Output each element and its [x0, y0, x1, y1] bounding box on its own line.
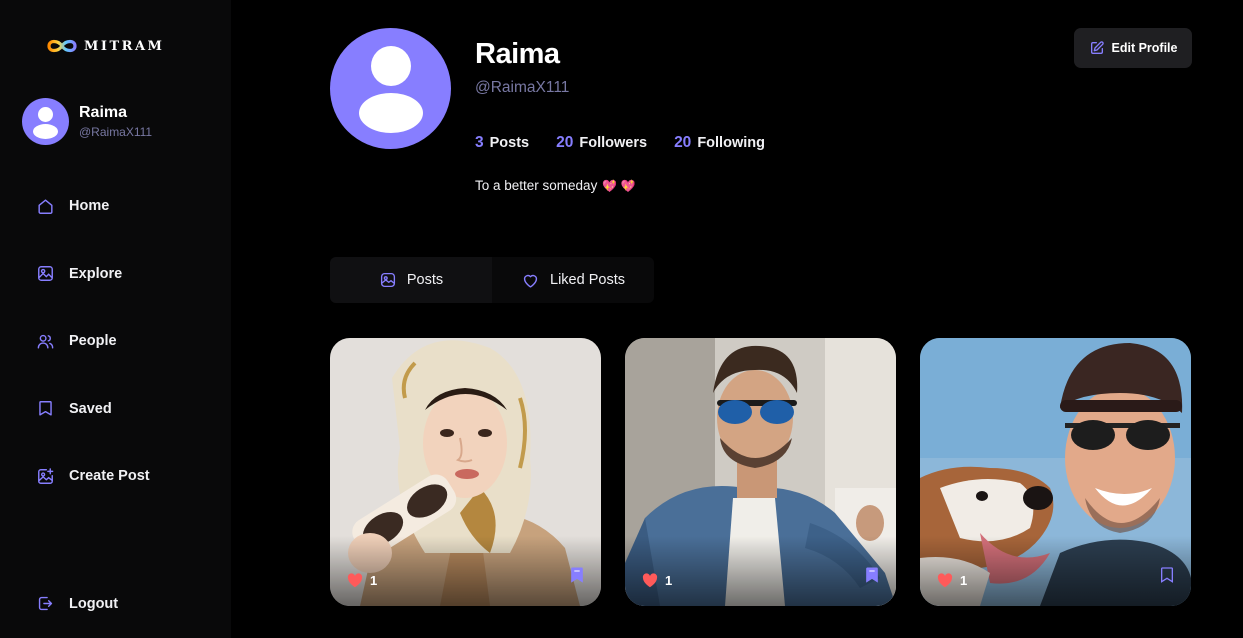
- card-shade: [625, 536, 896, 606]
- app-root: MITRAM Raima @RaimaX111 Home Explore Peo…: [0, 0, 1243, 638]
- tab-label: Posts: [406, 272, 444, 288]
- sidebar-item-home[interactable]: Home: [36, 194, 150, 218]
- tab-posts[interactable]: Posts: [330, 257, 492, 303]
- logout-label: Logout: [69, 595, 119, 612]
- save-button[interactable]: [865, 567, 879, 588]
- logout-icon: [36, 594, 55, 613]
- sidebar-item-label: Create Post: [69, 468, 150, 484]
- profile-stats: 3 Posts 20 Followers 20 Following: [475, 134, 765, 152]
- card-shade: [920, 536, 1191, 606]
- stat-value: 20: [674, 134, 692, 151]
- explore-icon: [36, 264, 55, 283]
- tab-label: Liked Posts: [550, 272, 625, 288]
- sidebar-nav: Home Explore People Saved Create Post: [36, 194, 150, 532]
- like-count: 1: [665, 573, 673, 588]
- bookmark-filled-icon: [571, 567, 583, 583]
- sidebar-item-label: Saved: [69, 400, 112, 417]
- bio-emoji: 💖 💖: [602, 178, 636, 193]
- tab-liked-posts[interactable]: Liked Posts: [492, 257, 654, 303]
- sidebar-profile[interactable]: Raima @RaimaX111: [22, 98, 152, 145]
- bookmark-outline-icon: [1161, 567, 1173, 583]
- post-card[interactable]: 1: [330, 338, 601, 606]
- sidebar-item-label: Home: [69, 198, 110, 214]
- logout-button[interactable]: Logout: [36, 594, 118, 613]
- stat-value: 20: [556, 134, 574, 151]
- profile-handle: @RaimaX111: [475, 79, 570, 96]
- stat-label: Following: [697, 135, 765, 151]
- profile-name: Raima: [475, 38, 560, 70]
- home-icon: [36, 197, 55, 216]
- profile-avatar: [330, 28, 451, 149]
- bio-text: To a better someday: [475, 178, 598, 193]
- like-count: 1: [370, 573, 378, 588]
- avatar: [22, 98, 69, 145]
- sidebar-item-label: People: [69, 333, 117, 349]
- stat-posts: 3 Posts: [475, 134, 529, 152]
- like-count: 1: [960, 573, 968, 588]
- brand-name: MITRAM: [84, 38, 165, 54]
- edit-profile-button[interactable]: Edit Profile: [1074, 28, 1192, 68]
- create-post-icon: [36, 467, 55, 486]
- people-icon: [36, 332, 55, 351]
- heart-outline-icon: [521, 271, 540, 290]
- stat-followers[interactable]: 20 Followers: [556, 134, 647, 152]
- edit-profile-label: Edit Profile: [1111, 41, 1178, 55]
- infinity-logo-icon: [47, 39, 77, 53]
- sidebar-item-label: Explore: [69, 265, 123, 282]
- bookmark-icon: [36, 399, 55, 418]
- post-card[interactable]: 1: [625, 338, 896, 606]
- sidebar-user-handle: @RaimaX111: [79, 125, 153, 139]
- like-button[interactable]: 1: [642, 573, 672, 588]
- edit-icon: [1089, 40, 1105, 56]
- sidebar-item-explore[interactable]: Explore: [36, 262, 150, 286]
- profile-tabs: Posts Liked Posts: [330, 257, 654, 303]
- save-button[interactable]: [570, 567, 584, 588]
- post-card[interactable]: 1: [920, 338, 1191, 606]
- bookmark-filled-icon: [866, 567, 878, 583]
- stat-value: 3: [475, 134, 484, 151]
- card-shade: [330, 536, 601, 606]
- stat-following[interactable]: 20 Following: [674, 134, 765, 152]
- save-button[interactable]: [1160, 567, 1174, 588]
- like-button[interactable]: 1: [937, 573, 967, 588]
- stat-label: Posts: [489, 135, 530, 151]
- stat-label: Followers: [579, 135, 648, 151]
- heart-filled-icon: [642, 573, 658, 588]
- sidebar-item-people[interactable]: People: [36, 329, 150, 353]
- profile-bio: To a better someday 💖 💖: [475, 178, 636, 193]
- brand-logo[interactable]: MITRAM: [44, 37, 164, 55]
- sidebar-item-saved[interactable]: Saved: [36, 397, 150, 421]
- sidebar-item-create-post[interactable]: Create Post: [36, 464, 150, 488]
- heart-filled-icon: [937, 573, 953, 588]
- heart-filled-icon: [347, 573, 363, 588]
- sidebar: MITRAM Raima @RaimaX111 Home Explore Peo…: [0, 0, 231, 638]
- sidebar-user-name: Raima: [79, 104, 128, 121]
- like-button[interactable]: 1: [347, 573, 377, 588]
- post-grid: 1 1 1: [330, 338, 1191, 606]
- posts-icon: [379, 271, 397, 289]
